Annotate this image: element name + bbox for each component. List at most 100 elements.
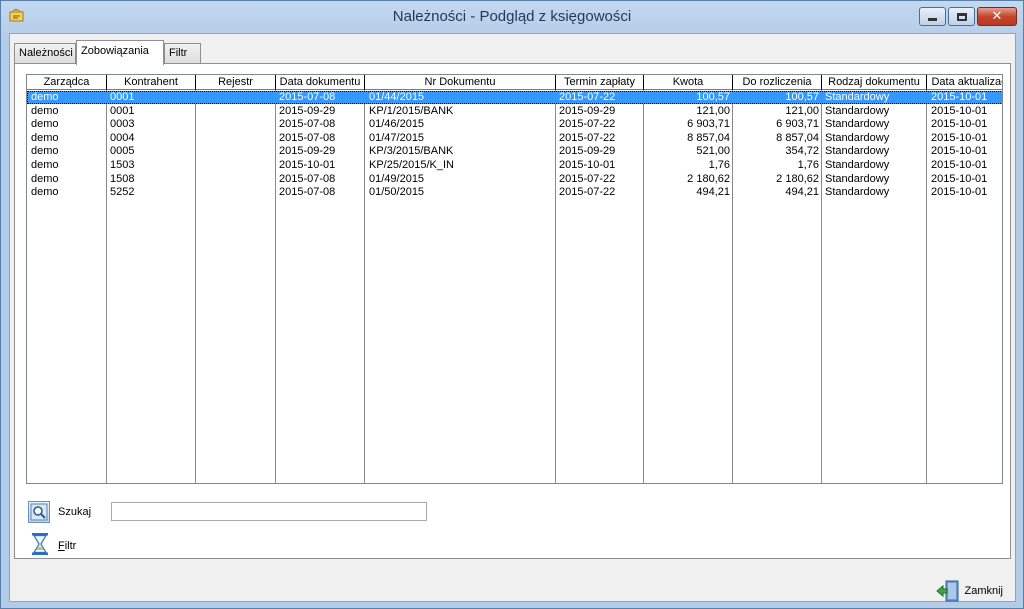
table-row[interactable]: demo 0005 2015-09-29 KP/3/2015/BANK 2015-09-… xyxy=(27,145,1002,158)
table-cell: 0003 xyxy=(110,118,135,131)
table-cell: 2015-07-22 xyxy=(559,186,616,199)
table-cell: 2015-07-08 xyxy=(279,186,336,199)
column-header[interactable]: Nr Dokumentu xyxy=(365,75,556,90)
table-cell: Standardowy xyxy=(825,118,890,131)
filter-label[interactable]: Filtr xyxy=(58,540,76,552)
table-cell: 2015-07-22 xyxy=(559,131,616,144)
table-cell: 8 857,04 xyxy=(776,131,819,144)
table-cell: 0004 xyxy=(110,131,135,144)
table-cell: 100,57 xyxy=(785,91,819,103)
table-cell: Standardowy xyxy=(825,145,890,158)
filter-button[interactable] xyxy=(30,532,50,556)
table-cell: 354,72 xyxy=(785,145,819,158)
table-cell: 2015-10-01 xyxy=(931,131,988,144)
table-cell xyxy=(196,132,276,145)
table-cell: 2015-10-01 xyxy=(279,159,336,171)
table-cell: 01/44/2015 xyxy=(369,91,425,103)
table-cell: Standardowy xyxy=(825,159,890,171)
column-header[interactable]: Kwota xyxy=(644,75,733,90)
table-cell: Standardowy xyxy=(825,186,890,199)
table-row[interactable]: demo 0001 2015-09-29 KP/1/2015/BANK 2015-09-… xyxy=(27,104,1002,118)
column-header[interactable]: Rodzaj dokumentu xyxy=(822,75,927,90)
table-cell xyxy=(196,186,276,199)
table-cell xyxy=(196,105,276,118)
table-cell: 01/49/2015 xyxy=(369,172,425,185)
table-cell: 521,00 xyxy=(696,145,730,158)
tab-zobowiazania[interactable]: Zobowiązania xyxy=(76,40,164,65)
column-header[interactable]: Kontrahent xyxy=(107,75,196,90)
table-cell: KP/1/2015/BANK xyxy=(369,104,454,117)
table-row[interactable]: demo 1503 2015-10-01 KP/25/2015/K_IN 2015-10… xyxy=(27,159,1002,172)
table-cell xyxy=(196,173,276,186)
window-title: Należności - Podgląd z księgowości xyxy=(392,8,632,25)
table-cell: 01/50/2015 xyxy=(369,186,425,199)
table-cell: 2015-10-01 xyxy=(931,104,988,117)
table-cell: 2015-10-01 xyxy=(931,186,988,199)
table-cell: demo xyxy=(31,145,59,158)
table-cell: 5252 xyxy=(110,186,135,199)
column-header[interactable]: Rejestr xyxy=(196,75,276,90)
table-cell: 2015-07-22 xyxy=(559,172,616,185)
table-cell: 2015-07-08 xyxy=(279,131,336,144)
table-cell: demo xyxy=(31,91,59,103)
table-cell: 0001 xyxy=(110,91,135,103)
table-cell: 2 180,62 xyxy=(687,172,730,185)
close-button[interactable]: Zamknij xyxy=(936,580,1003,602)
column-header[interactable]: Zarządca xyxy=(27,75,107,90)
table-row[interactable]: demo 0004 2015-07-08 01/47/2015 2015-07-22 8 … xyxy=(27,131,1002,145)
tab-panel: Zarządca Kontrahent Rejestr Data dokumentu N… xyxy=(14,63,1011,559)
maximize-button[interactable] xyxy=(948,7,975,26)
table-cell: KP/3/2015/BANK xyxy=(369,145,454,158)
table-cell: 2015-09-29 xyxy=(279,104,336,117)
table-cell: 2015-09-29 xyxy=(559,104,616,117)
table-cell: 0005 xyxy=(110,145,135,158)
search-input[interactable] xyxy=(111,502,427,521)
table-cell: 494,21 xyxy=(785,186,819,199)
minimize-icon xyxy=(928,18,937,21)
main-window: Należności - Podgląd z księgowości ✕ Nal… xyxy=(0,0,1024,609)
table-cell: Standardowy xyxy=(825,104,890,117)
maximize-icon xyxy=(956,12,967,21)
column-header[interactable]: Data aktualizacji xyxy=(927,75,1002,90)
table-cell: 121,00 xyxy=(696,104,730,117)
hourglass-icon xyxy=(32,533,48,555)
client-area: Należności Zobowiązania Filtr Zarządca Ko… xyxy=(9,33,1016,602)
table-row[interactable]: demo 1508 2015-07-08 01/49/2015 2015-07-22 2 … xyxy=(27,172,1002,186)
tab-filtr[interactable]: Filtr xyxy=(164,43,201,64)
title-bar[interactable]: Należności - Podgląd z księgowości ✕ xyxy=(1,1,1023,33)
table-cell: 6 903,71 xyxy=(687,118,730,131)
table-cell: 2 180,62 xyxy=(776,172,819,185)
column-header[interactable]: Do rozliczenia xyxy=(733,75,822,90)
table-cell: Standardowy xyxy=(825,131,890,144)
table-cell: demo xyxy=(31,118,59,131)
close-window-button[interactable]: ✕ xyxy=(977,7,1017,26)
minimize-button[interactable] xyxy=(919,7,946,26)
table-cell: demo xyxy=(31,131,59,144)
table-cell: 2015-10-01 xyxy=(931,145,988,158)
table-row[interactable]: demo 0003 2015-07-08 01/46/2015 2015-07-22 6 … xyxy=(27,118,1002,131)
table-cell xyxy=(196,145,276,158)
search-button[interactable] xyxy=(28,501,50,523)
table-cell: 01/46/2015 xyxy=(369,118,425,131)
table-cell: 494,21 xyxy=(696,186,730,199)
table-cell: 1508 xyxy=(110,172,135,185)
table-row[interactable]: demo 5252 2015-07-08 01/50/2015 2015-07-22 49… xyxy=(27,186,1002,199)
table-cell: 2015-07-22 xyxy=(559,118,616,131)
tab-naleznosci[interactable]: Należności xyxy=(14,43,76,64)
table-row[interactable]: demo 0001 2015-07-08 01/44/2015 2015-07-22 10… xyxy=(27,91,1002,104)
table-cell: 2015-09-29 xyxy=(559,145,616,158)
table-cell: 6 903,71 xyxy=(776,118,819,131)
exit-door-icon xyxy=(936,580,959,602)
search-icon xyxy=(30,503,48,521)
data-grid[interactable]: Zarządca Kontrahent Rejestr Data dokumentu N… xyxy=(26,74,1003,484)
table-cell: 0001 xyxy=(110,104,135,117)
table-cell: Standardowy xyxy=(825,91,890,103)
table-cell: demo xyxy=(31,104,59,117)
close-button-label: Zamknij xyxy=(964,585,1003,597)
table-cell: 01/47/2015 xyxy=(369,131,425,144)
table-cell: 2015-07-08 xyxy=(279,91,336,103)
column-header[interactable]: Data dokumentu xyxy=(276,75,365,90)
column-header[interactable]: Termin zapłaty xyxy=(556,75,644,90)
table-cell: 121,00 xyxy=(785,104,819,117)
table-cell: 2015-10-01 xyxy=(931,91,988,103)
